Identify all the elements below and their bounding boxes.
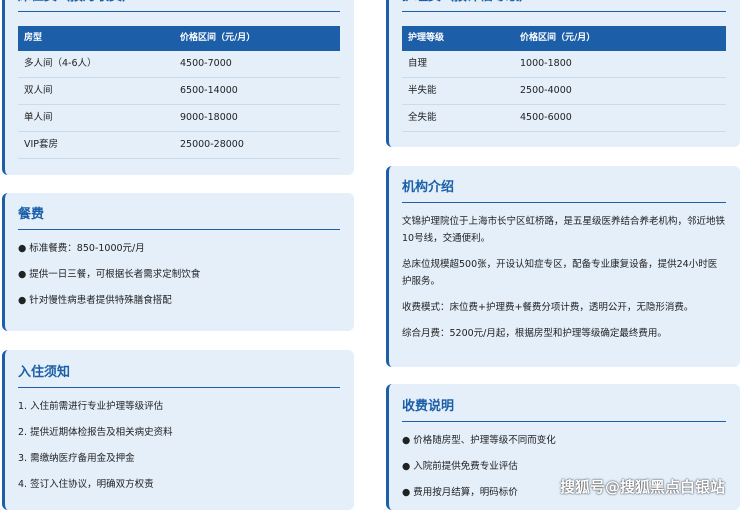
list-item: 4. 签订入住协议，明确双方权责 — [18, 479, 154, 490]
care-fee-card: 护理费（按评估等级） 护理等级 价格区间（元/月） 自理 1000-1800 半… — [386, 0, 740, 147]
bed-fee-title: 床位费（按月收费） — [18, 0, 340, 12]
price-cell: 6500-14000 — [180, 85, 238, 96]
list-item: ● 价格随房型、护理等级不同而变化 — [402, 435, 556, 446]
fee-notes-title: 收费说明 — [402, 399, 726, 422]
price-cell: 1000-1800 — [520, 58, 572, 69]
intro-paragraphs: 文锦护理院位于上海市长宁区虹桥路，是五星级医养结合养老机构，邻近地铁10号线，交… — [402, 213, 726, 351]
care-level-cell: 半失能 — [408, 85, 437, 96]
room-type-cell: VIP套房 — [24, 139, 59, 150]
list-item: ● 标准餐费：850-1000元/月 — [18, 243, 145, 254]
watermark: 搜狐号@搜狐黑点白银站 — [560, 478, 726, 496]
room-type-cell: 单人间 — [24, 112, 53, 123]
table-row: 半失能 2500-4000 — [402, 78, 726, 105]
meal-card: 餐费 ● 标准餐费：850-1000元/月 ● 提供一日三餐，可根据长者需求定制… — [2, 193, 354, 331]
care-fee-table: 护理等级 价格区间（元/月） 自理 1000-1800 半失能 2500-400… — [402, 26, 726, 132]
list-item: 2. 提供近期体检报告及相关病史资料 — [18, 427, 173, 438]
list-item: 1. 入住前需进行专业护理等级评估 — [18, 401, 164, 412]
bed-fee-table: 房型 价格区间（元/月） 多人间（4-6人） 4500-7000 双人间 650… — [18, 26, 340, 159]
care-fee-title: 护理费（按评估等级） — [402, 0, 726, 12]
header-room-type: 房型 — [24, 33, 43, 43]
room-type-cell: 双人间 — [24, 85, 53, 96]
table-row: 全失能 4500-6000 — [402, 105, 726, 132]
intro-title: 机构介绍 — [402, 180, 726, 203]
meal-list: ● 标准餐费：850-1000元/月 ● 提供一日三餐，可根据长者需求定制饮食 … — [18, 236, 340, 314]
admission-list: 1. 入住前需进行专业护理等级评估 2. 提供近期体检报告及相关病史资料 3. … — [18, 394, 340, 498]
header-care-level: 护理等级 — [408, 33, 445, 43]
price-cell: 2500-4000 — [520, 85, 572, 96]
intro-paragraph: 文锦护理院位于上海市长宁区虹桥路，是五星级医养结合养老机构，邻近地铁10号线，交… — [402, 216, 726, 244]
intro-paragraph: 收费模式：床位费+护理费+餐费分项计费，透明公开，无隐形消费。 — [402, 302, 694, 313]
table-row: 自理 1000-1800 — [402, 51, 726, 78]
intro-paragraph: 总床位规模超500张，开设认知症专区，配备专业康复设备，提供24小时医护服务。 — [402, 259, 718, 287]
room-type-cell: 多人间（4-6人） — [24, 58, 97, 69]
price-cell: 4500-6000 — [520, 112, 572, 123]
list-item: 3. 需缴纳医疗备用金及押金 — [18, 453, 135, 464]
admission-card: 入住须知 1. 入住前需进行专业护理等级评估 2. 提供近期体检报告及相关病史资… — [2, 350, 354, 510]
intro-card: 机构介绍 文锦护理院位于上海市长宁区虹桥路，是五星级医养结合养老机构，邻近地铁1… — [386, 166, 740, 367]
intro-paragraph: 综合月费：5200元/月起，根据房型和护理等级确定最终费用。 — [402, 328, 667, 339]
admission-title: 入住须知 — [18, 365, 340, 388]
list-item: ● 针对慢性病患者提供特殊膳食搭配 — [18, 295, 172, 306]
header-price-range: 价格区间（元/月） — [520, 33, 596, 43]
care-level-cell: 全失能 — [408, 112, 437, 123]
price-cell: 4500-7000 — [180, 58, 232, 69]
table-header: 房型 价格区间（元/月） — [18, 26, 340, 51]
header-price-range: 价格区间（元/月） — [180, 33, 256, 43]
price-cell: 25000-28000 — [180, 139, 244, 150]
table-row: 双人间 6500-14000 — [18, 78, 340, 105]
meal-title: 餐费 — [18, 207, 340, 230]
table-row: 单人间 9000-18000 — [18, 105, 340, 132]
bed-fee-card: 床位费（按月收费） 房型 价格区间（元/月） 多人间（4-6人） 4500-70… — [2, 0, 354, 175]
list-item: ● 提供一日三餐，可根据长者需求定制饮食 — [18, 269, 201, 280]
price-cell: 9000-18000 — [180, 112, 238, 123]
table-row: 多人间（4-6人） 4500-7000 — [18, 51, 340, 78]
care-level-cell: 自理 — [408, 58, 428, 69]
table-header: 护理等级 价格区间（元/月） — [402, 26, 726, 51]
table-row: VIP套房 25000-28000 — [18, 132, 340, 159]
